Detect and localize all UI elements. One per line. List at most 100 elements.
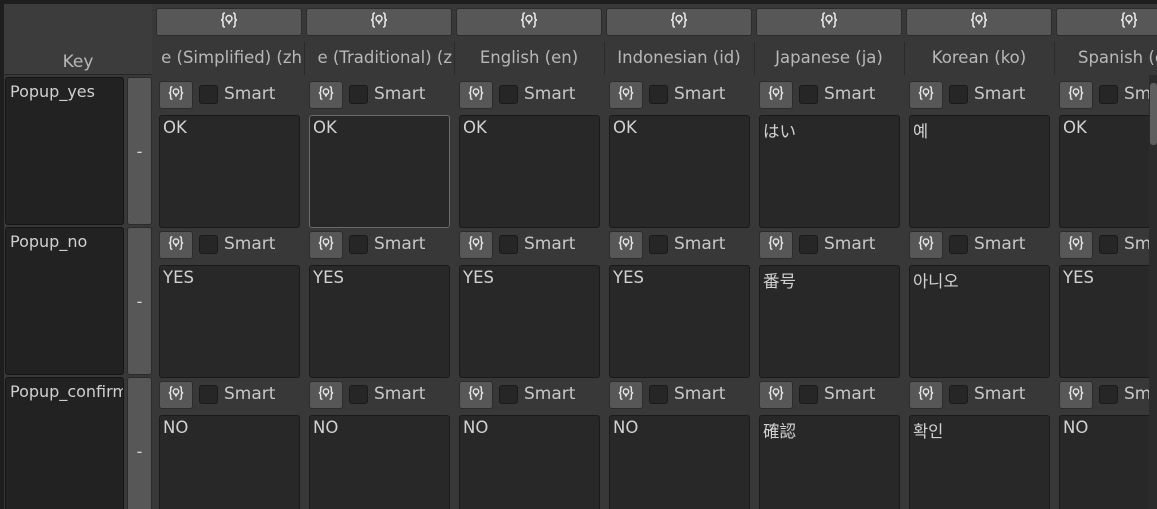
smart-checkbox[interactable] [649, 85, 668, 104]
smart-checkbox[interactable] [199, 85, 218, 104]
translation-text-field[interactable]: OK [459, 115, 600, 228]
cell-settings-button[interactable] [1059, 81, 1093, 109]
cell-settings-button[interactable] [309, 231, 343, 259]
smart-checkbox[interactable] [199, 235, 218, 254]
column-separator[interactable] [304, 42, 305, 75]
column-separator[interactable] [754, 42, 755, 75]
cell-settings-button[interactable] [609, 231, 643, 259]
column-settings-button[interactable] [306, 8, 452, 36]
remove-row-button[interactable]: - [127, 77, 152, 225]
translation-text-field[interactable]: NO [309, 415, 450, 509]
translation-text-field[interactable]: 예 [909, 115, 1050, 228]
column-separator[interactable] [1054, 42, 1055, 75]
translation-text-field[interactable]: 番号 [759, 265, 900, 378]
cell-settings-button[interactable] [909, 231, 943, 259]
translation-text-field[interactable]: NO [159, 415, 300, 509]
code-brace-lock-icon [767, 84, 785, 106]
smart-checkbox[interactable] [949, 385, 968, 404]
code-brace-lock-icon [819, 10, 839, 34]
code-brace-lock-icon [1067, 384, 1085, 406]
smart-checkbox[interactable] [949, 235, 968, 254]
column-separator[interactable] [604, 42, 605, 75]
smart-checkbox[interactable] [649, 235, 668, 254]
column-settings-button[interactable] [606, 8, 752, 36]
vertical-scrollbar-thumb[interactable] [1150, 83, 1157, 145]
smart-checkbox[interactable] [799, 235, 818, 254]
column-settings-button[interactable] [906, 8, 1052, 36]
cell-settings-button[interactable] [459, 231, 493, 259]
translation-text-field[interactable]: YES [459, 265, 600, 378]
cell-settings-button[interactable] [609, 81, 643, 109]
column-separator[interactable] [904, 42, 905, 75]
column-settings-button[interactable] [456, 8, 602, 36]
cell-settings-button[interactable] [909, 381, 943, 409]
smart-checkbox[interactable] [1099, 235, 1118, 254]
translation-cell: Smart NO [459, 380, 600, 509]
cell-settings-button[interactable] [459, 81, 493, 109]
smart-checkbox[interactable] [1099, 385, 1118, 404]
translation-text: 아니오 [913, 272, 959, 291]
cell-settings-button[interactable] [1059, 381, 1093, 409]
smart-checkbox[interactable] [499, 385, 518, 404]
cell-settings-button[interactable] [309, 381, 343, 409]
row-key-field[interactable]: Popup_yes [5, 77, 124, 225]
smart-checkbox[interactable] [799, 85, 818, 104]
column-settings-button[interactable] [156, 8, 302, 36]
cell-settings-button[interactable] [159, 81, 193, 109]
code-brace-lock-icon [917, 234, 935, 256]
cell-settings-button[interactable] [1059, 231, 1093, 259]
translation-text-field[interactable]: YES [1059, 265, 1157, 378]
cell-settings-button[interactable] [159, 231, 193, 259]
cell-settings-button[interactable] [309, 81, 343, 109]
translation-text-field[interactable]: 아니오 [909, 265, 1050, 378]
smart-checkbox[interactable] [499, 235, 518, 254]
translation-text-field[interactable]: OK [309, 115, 450, 228]
translation-text-field[interactable]: NO [609, 415, 750, 509]
smart-checkbox[interactable] [499, 85, 518, 104]
translation-text-field[interactable]: OK [1059, 115, 1157, 228]
smart-label: Smart [524, 84, 576, 104]
translation-text-field[interactable]: YES [609, 265, 750, 378]
smart-label: Smart [224, 84, 276, 104]
key-column-header: Key [4, 4, 152, 75]
smart-checkbox[interactable] [649, 385, 668, 404]
row-key-text: Popup_confirm [10, 382, 124, 401]
translation-cell: Smart YES [309, 230, 450, 378]
smart-checkbox[interactable] [949, 85, 968, 104]
cell-settings-button[interactable] [909, 81, 943, 109]
cell-settings-button[interactable] [759, 81, 793, 109]
translation-text-field[interactable]: NO [1059, 415, 1157, 509]
smart-checkbox[interactable] [349, 235, 368, 254]
row-key-field[interactable]: Popup_no [5, 227, 124, 375]
translation-text-field[interactable]: 確認 [759, 415, 900, 509]
cell-settings-button[interactable] [759, 381, 793, 409]
cell-settings-button[interactable] [159, 381, 193, 409]
translation-text-field[interactable]: YES [309, 265, 450, 378]
code-brace-lock-icon [519, 10, 539, 34]
translation-text-field[interactable]: OK [159, 115, 300, 228]
translation-cell: Smart 番号 [759, 230, 900, 378]
translation-text-field[interactable]: YES [159, 265, 300, 378]
code-brace-lock-icon [917, 84, 935, 106]
translation-text: 예 [913, 122, 929, 141]
column-settings-button[interactable] [756, 8, 902, 36]
smart-checkbox[interactable] [199, 385, 218, 404]
translation-text: YES [313, 268, 344, 287]
column-settings-button[interactable] [1056, 8, 1157, 36]
translation-text-field[interactable]: はい [759, 115, 900, 228]
cell-settings-button[interactable] [759, 231, 793, 259]
smart-checkbox[interactable] [349, 385, 368, 404]
smart-checkbox[interactable] [799, 385, 818, 404]
column-separator[interactable] [454, 42, 455, 75]
translation-text-field[interactable]: NO [459, 415, 600, 509]
translation-text-field[interactable]: OK [609, 115, 750, 228]
remove-row-button[interactable]: - [127, 227, 152, 375]
smart-checkbox[interactable] [1099, 85, 1118, 104]
cell-settings-button[interactable] [609, 381, 643, 409]
smart-checkbox[interactable] [349, 85, 368, 104]
cell-settings-button[interactable] [459, 381, 493, 409]
code-brace-lock-icon [1067, 84, 1085, 106]
row-key-field[interactable]: Popup_confirm [5, 377, 124, 509]
remove-row-button[interactable]: - [127, 377, 152, 509]
translation-text-field[interactable]: 확인 [909, 415, 1050, 509]
